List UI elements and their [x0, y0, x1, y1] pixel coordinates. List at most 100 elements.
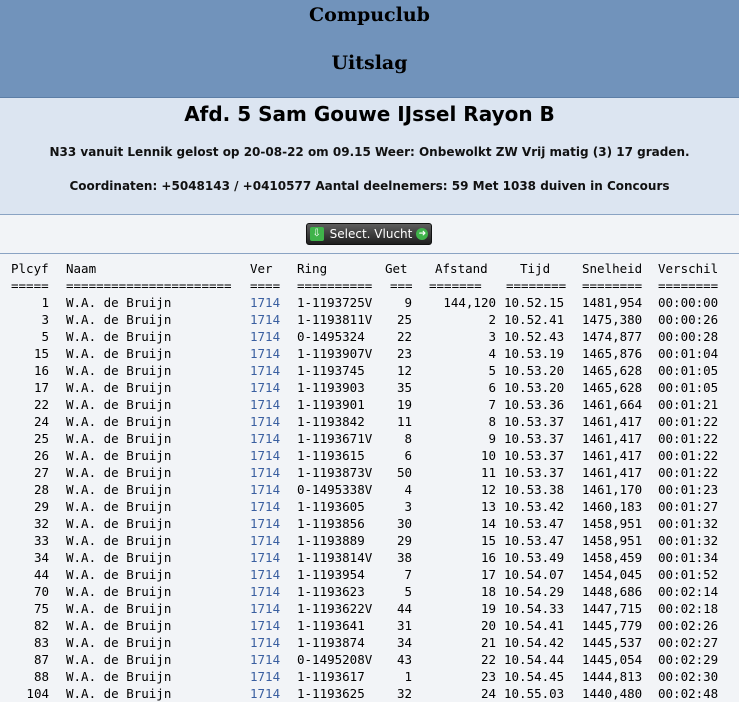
cell-ver[interactable]: 1714: [250, 328, 280, 345]
cell-ver[interactable]: 1714: [250, 413, 280, 430]
cell-get: 22: [396, 329, 412, 344]
table-row: 1 W.A. de Bruijn 1714 1-1193725V 9 144,120 10.…: [0, 294, 739, 311]
cell-snelheid: 1465,628: [582, 363, 643, 378]
cell-plc: 88: [33, 669, 49, 684]
table-row: 16 W.A. de Bruijn 1714 1-1193745 12 5 10.53.20…: [0, 362, 739, 379]
cell-afstand: 18: [480, 584, 496, 599]
release-info: N33 vanuit Lennik gelost op 20-08-22 om …: [49, 145, 690, 159]
cell-ver[interactable]: 1714: [250, 464, 280, 481]
cell-snelheid: 1465,628: [582, 380, 643, 395]
col-header-ver: Ver: [250, 261, 273, 276]
table-row: 44 W.A. de Bruijn 1714 1-1193954 7 17 10.54.07…: [0, 566, 739, 583]
cell-verschil: 00:00:00: [658, 295, 719, 310]
cell-ver[interactable]: 1714: [250, 311, 280, 328]
cell-tijd: 10.52.41: [504, 312, 565, 327]
table-row: 22 W.A. de Bruijn 1714 1-1193901 19 7 10.53.36…: [0, 396, 739, 413]
cell-ver[interactable]: 1714: [250, 447, 280, 464]
cell-plc: 16: [33, 363, 49, 378]
cell-ver[interactable]: 1714: [250, 532, 280, 549]
cell-ver[interactable]: 1714: [250, 481, 280, 498]
cell-naam: W.A. de Bruijn: [66, 380, 172, 395]
cell-ver[interactable]: 1714: [250, 634, 280, 651]
cell-snelheid: 1445,779: [582, 618, 643, 633]
select-flight-button[interactable]: ⇩ Select. Vlucht ➜: [306, 223, 432, 245]
cell-get: 12: [396, 363, 412, 378]
cell-get: 23: [396, 346, 412, 361]
cell-naam: W.A. de Bruijn: [66, 482, 172, 497]
cell-verschil: 00:01:05: [658, 380, 719, 395]
cell-afstand: 14: [480, 516, 496, 531]
cell-ring: 1-1193856: [297, 516, 365, 531]
cell-ring: 1-1193725V: [297, 295, 373, 310]
cell-ver[interactable]: 1714: [250, 362, 280, 379]
cell-ring: 1-1193615: [297, 448, 365, 463]
cell-verschil: 00:01:21: [658, 397, 719, 412]
cell-snelheid: 1444,813: [582, 669, 643, 684]
cell-afstand: 3: [488, 329, 496, 344]
cell-ring: 1-1193671V: [297, 431, 373, 446]
cell-plc: 3: [41, 312, 49, 327]
cell-ver[interactable]: 1714: [250, 396, 280, 413]
col-header-snelheid: Snelheid: [582, 261, 643, 276]
cell-ver[interactable]: 1714: [250, 566, 280, 583]
cell-snelheid: 1448,686: [582, 584, 643, 599]
cell-plc: 28: [33, 482, 49, 497]
cell-get: 43: [396, 652, 412, 667]
cell-ver[interactable]: 1714: [250, 685, 280, 702]
table-header-row: Plcyf Naam Ver Ring Get Afstand Tijd Sne…: [0, 260, 739, 277]
cell-ver[interactable]: 1714: [250, 379, 280, 396]
cell-snelheid: 1440,480: [582, 686, 643, 701]
cell-verschil: 00:00:26: [658, 312, 719, 327]
cell-snelheid: 1458,951: [582, 516, 643, 531]
cell-tijd: 10.54.41: [504, 618, 565, 633]
cell-ver[interactable]: 1714: [250, 668, 280, 685]
cell-tijd: 10.54.42: [504, 635, 565, 650]
separator: ========: [506, 278, 567, 293]
cell-ver[interactable]: 1714: [250, 617, 280, 634]
cell-afstand: 4: [488, 346, 496, 361]
separator: ===: [390, 278, 413, 293]
cell-snelheid: 1454,045: [582, 567, 643, 582]
cell-ver[interactable]: 1714: [250, 515, 280, 532]
cell-plc: 29: [33, 499, 49, 514]
cell-verschil: 00:01:22: [658, 414, 719, 429]
table-row: 75 W.A. de Bruijn 1714 1-1193622V 44 19 10.54.…: [0, 600, 739, 617]
cell-tijd: 10.54.45: [504, 669, 565, 684]
cell-tijd: 10.53.37: [504, 448, 565, 463]
cell-snelheid: 1475,380: [582, 312, 643, 327]
button-bar: ⇩ Select. Vlucht ➜: [0, 215, 739, 254]
cell-tijd: 10.53.42: [504, 499, 565, 514]
cell-naam: W.A. de Bruijn: [66, 363, 172, 378]
table-row: 27 W.A. de Bruijn 1714 1-1193873V 50 11 10.53.…: [0, 464, 739, 481]
separator: ====: [250, 278, 281, 293]
cell-naam: W.A. de Bruijn: [66, 550, 172, 565]
cell-get: 50: [396, 465, 412, 480]
cell-tijd: 10.52.43: [504, 329, 565, 344]
cell-naam: W.A. de Bruijn: [66, 329, 172, 344]
cell-ver[interactable]: 1714: [250, 583, 280, 600]
table-row: 33 W.A. de Bruijn 1714 1-1193889 29 15 10.53.4…: [0, 532, 739, 549]
cell-afstand: 20: [480, 618, 496, 633]
cell-snelheid: 1461,417: [582, 414, 643, 429]
cell-verschil: 00:01:22: [658, 431, 719, 446]
cell-naam: W.A. de Bruijn: [66, 346, 172, 361]
cell-get: 32: [396, 686, 412, 701]
cell-plc: 83: [33, 635, 49, 650]
cell-verschil: 00:02:48: [658, 686, 719, 701]
cell-plc: 44: [33, 567, 49, 582]
cell-ver[interactable]: 1714: [250, 600, 280, 617]
cell-naam: W.A. de Bruijn: [66, 652, 172, 667]
cell-ver[interactable]: 1714: [250, 498, 280, 515]
cell-get: 9: [404, 295, 412, 310]
cell-get: 31: [396, 618, 412, 633]
cell-ver[interactable]: 1714: [250, 430, 280, 447]
cell-get: 6: [404, 448, 412, 463]
cell-afstand: 16: [480, 550, 496, 565]
cell-get: 30: [396, 516, 412, 531]
cell-ver[interactable]: 1714: [250, 651, 280, 668]
cell-ver[interactable]: 1714: [250, 294, 280, 311]
cell-naam: W.A. de Bruijn: [66, 567, 172, 582]
cell-ver[interactable]: 1714: [250, 549, 280, 566]
cell-ver[interactable]: 1714: [250, 345, 280, 362]
cell-plc: 5: [41, 329, 49, 344]
